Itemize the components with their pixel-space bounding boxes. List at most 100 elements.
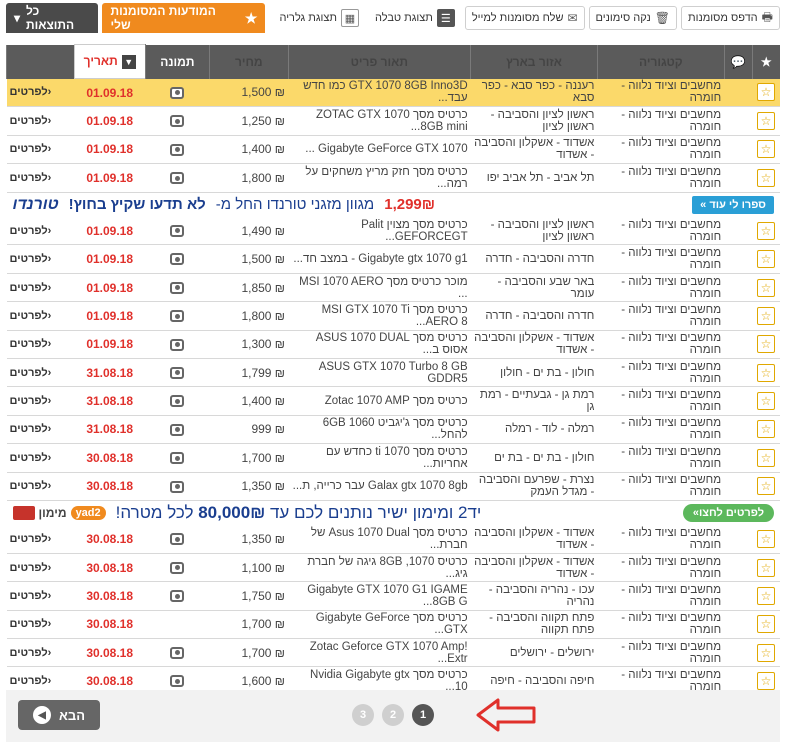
header-date-sort[interactable]: ▼תאריך [73, 44, 146, 79]
table-row[interactable]: ☆ מחשבים וציוד נלווה - חומרה פתח תקווה והס… [6, 610, 780, 639]
table-row[interactable]: ☆ מחשבים וציוד נלווה - חומרה אשדוד - אשקלו… [6, 330, 780, 359]
my-favorites-tab[interactable]: ★ המודעות המסומנות שלי [102, 3, 266, 33]
favorite-star-cell[interactable]: ☆ [752, 387, 780, 415]
favorite-star-icon[interactable]: ☆ [757, 643, 776, 662]
favorite-star-icon[interactable]: ☆ [757, 221, 776, 240]
table-row[interactable]: ☆ מחשבים וציוד נלווה - חומרה חדרה והסביבה … [6, 245, 780, 274]
table-row[interactable]: ☆ מחשבים וציוד נלווה - חומרה חולון - בת ים… [6, 444, 780, 473]
favorite-star-cell[interactable]: ☆ [752, 444, 780, 472]
favorite-star-cell[interactable]: ☆ [752, 472, 780, 500]
row-details-link[interactable]: ‹לפרטים [7, 610, 75, 638]
ad-cta-button[interactable]: ספרו לי עוד » [692, 195, 774, 214]
favorite-star-cell[interactable]: ☆ [752, 79, 780, 107]
favorite-star-cell[interactable]: ☆ [752, 525, 780, 553]
favorite-star-icon[interactable]: ☆ [757, 615, 776, 634]
favorite-star-cell[interactable]: ☆ [752, 164, 780, 192]
row-description[interactable]: Gigabyte gtx 1070 g1 - במצב חד... [288, 245, 471, 273]
row-description[interactable]: כרטיס מסך Gigabyte GeForce GTX... [288, 610, 471, 638]
row-details-link[interactable]: ‹לפרטים [7, 217, 75, 245]
table-row[interactable]: ☆ מחשבים וציוד נלווה - חומרה באר שבע והסבי… [6, 273, 780, 302]
page-number-3[interactable]: 3 [352, 704, 374, 726]
row-description[interactable]: כרטיס מסך 1070 ti כחדש עם אחריות... [288, 444, 471, 472]
row-description[interactable]: כרטיס מסך מצוין Palit GEFORCEGT... [288, 217, 471, 245]
table-row[interactable]: ☆ מחשבים וציוד נלווה - חומרה רעננה - כפר ס… [6, 78, 780, 107]
row-details-link[interactable]: ‹לפרטים [7, 387, 75, 415]
favorite-star-icon[interactable]: ☆ [757, 392, 776, 411]
header-category[interactable]: קטגוריה [596, 44, 725, 79]
row-description[interactable]: מוכר כרטיס מסך MSI 1070 AERO ... [288, 273, 471, 301]
header-area[interactable]: אזור בארץ [470, 44, 598, 79]
favorite-star-cell[interactable]: ☆ [752, 610, 780, 638]
favorite-star-icon[interactable]: ☆ [757, 278, 776, 297]
page-number-2[interactable]: 2 [382, 704, 404, 726]
row-description[interactable]: GTX 1070 8GB Inno3D כמו חדש עבד... [288, 79, 471, 107]
header-star[interactable]: ★ [751, 44, 780, 79]
favorite-star-cell[interactable]: ☆ [752, 302, 780, 330]
row-description[interactable]: כרטיס מסך ASUS 1070 DUAL אסוס ב... [288, 330, 471, 358]
favorite-star-cell[interactable]: ☆ [752, 217, 780, 245]
row-details-link[interactable]: ‹לפרטים [7, 553, 75, 581]
row-description[interactable]: כרטיס מסך ג'יגביט 1060 6GB להחל... [288, 415, 471, 443]
favorite-star-icon[interactable]: ☆ [757, 140, 776, 159]
header-comment[interactable]: 💬 [723, 44, 753, 79]
ad-banner-yad2[interactable]: yad2 מימון יד2 ומימון ישיר נותנים לכם עד 8… [7, 500, 781, 525]
next-page-button[interactable]: ◀ הבא [18, 700, 100, 730]
row-description[interactable]: Gigabyte GTX 1070 G1 IGAME 8GB G... [288, 582, 471, 610]
row-details-link[interactable]: ‹לפרטים [7, 444, 75, 472]
row-description[interactable]: כרטיס מסך Zotac 1070 AMP [288, 387, 471, 415]
header-price[interactable]: מחיר [209, 44, 288, 79]
favorite-star-cell[interactable]: ☆ [752, 415, 780, 443]
row-details-link[interactable]: ‹לפרטים [7, 639, 75, 667]
ad-cta-button[interactable]: לפרטים לחצו» [682, 503, 774, 522]
favorite-star-icon[interactable]: ☆ [757, 448, 776, 467]
row-details-link[interactable]: ‹לפרטים [7, 245, 75, 273]
favorite-star-icon[interactable]: ☆ [757, 83, 776, 102]
table-row[interactable]: ☆ מחשבים וציוד נלווה - חומרה תל אביב - תל … [6, 164, 780, 193]
table-row[interactable]: ☆ מחשבים וציוד נלווה - חומרה עכו - נהריה ו… [6, 582, 780, 611]
row-details-link[interactable]: ‹לפרטים [7, 273, 75, 301]
row-description[interactable]: כרטיס מסך MSI GTX 1070 Ti AERO 8... [288, 302, 471, 330]
table-row[interactable]: ☆ מחשבים וציוד נלווה - חומרה אשדוד - אשקלו… [6, 525, 780, 554]
row-description[interactable]: Gigabyte GeForce GTX 1070 ... [288, 135, 471, 163]
table-row[interactable]: ☆ מחשבים וציוד נלווה - חומרה חדרה והסביבה … [6, 302, 780, 331]
page-number-1[interactable]: 1 [412, 704, 434, 726]
row-details-link[interactable]: ‹לפרטים [7, 415, 75, 443]
row-details-link[interactable]: ‹לפרטים [7, 582, 75, 610]
row-description[interactable]: כרטיס 1070, 8GB גיגה של חברת גיג... [288, 553, 471, 581]
favorite-star-icon[interactable]: ☆ [757, 335, 776, 354]
row-description[interactable]: Zotac Geforce GTX 1070 Amp! Extr... [288, 639, 471, 667]
row-description[interactable]: כרטיס מסך ZOTAC GTX 1070 8GB mini... [288, 107, 471, 135]
favorite-star-icon[interactable]: ☆ [757, 250, 776, 269]
favorite-star-cell[interactable]: ☆ [752, 245, 780, 273]
table-row[interactable]: ☆ מחשבים וציוד נלווה - חומרה אשדוד - אשקלו… [6, 135, 780, 164]
row-description[interactable]: כרטיס מסך Asus 1070 Dual של חברת... [288, 525, 471, 553]
favorite-star-cell[interactable]: ☆ [752, 582, 780, 610]
row-description[interactable]: ASUS GTX 1070 Turbo 8 GB GDDR5 [288, 359, 471, 387]
row-details-link[interactable]: ‹לפרטים [7, 79, 75, 107]
row-description[interactable]: Galax gtx 1070 8gb עבר כרייה, ת... [288, 472, 471, 500]
header-image[interactable]: תמונה [144, 44, 210, 79]
favorite-star-icon[interactable]: ☆ [757, 558, 776, 577]
favorite-star-icon[interactable]: ☆ [757, 420, 776, 439]
all-results-tab[interactable]: כל התוצאות ▾ [6, 3, 99, 33]
ad-banner-tornado[interactable]: טורנדו לא תדעו שקיץ בחוץ! מגוון מזגני טורנ… [6, 192, 780, 217]
table-view-button[interactable]: ☰ תצוגת טבלה [369, 6, 461, 30]
favorite-star-icon[interactable]: ☆ [757, 168, 776, 187]
favorite-star-cell[interactable]: ☆ [752, 330, 780, 358]
row-details-link[interactable]: ‹לפרטים [7, 472, 75, 500]
row-description[interactable]: כרטיס מסך חזק מריץ משחקים על רמה... [288, 164, 471, 192]
gallery-view-button[interactable]: ▦ תצוגת גלריה [273, 6, 365, 30]
favorite-star-cell[interactable]: ☆ [752, 359, 780, 387]
favorite-star-icon[interactable]: ☆ [757, 112, 776, 131]
row-details-link[interactable]: ‹לפרטים [7, 525, 75, 553]
favorite-star-cell[interactable]: ☆ [752, 639, 780, 667]
clear-marks-button[interactable]: 🗑 נקה סימונים [588, 6, 678, 30]
favorite-star-icon[interactable]: ☆ [757, 363, 776, 382]
table-row[interactable]: ☆ מחשבים וציוד נלווה - חומרה נצרת - שפרעם … [6, 472, 780, 501]
favorite-star-icon[interactable]: ☆ [757, 529, 776, 548]
favorite-star-cell[interactable]: ☆ [752, 553, 780, 581]
table-row[interactable]: ☆ מחשבים וציוד נלווה - חומרה חולון - בת ים… [6, 359, 780, 387]
favorite-star-cell[interactable]: ☆ [752, 135, 780, 163]
send-marked-button[interactable]: ✉ שלח מסומנות למייל [464, 6, 585, 30]
favorite-star-icon[interactable]: ☆ [757, 306, 776, 325]
